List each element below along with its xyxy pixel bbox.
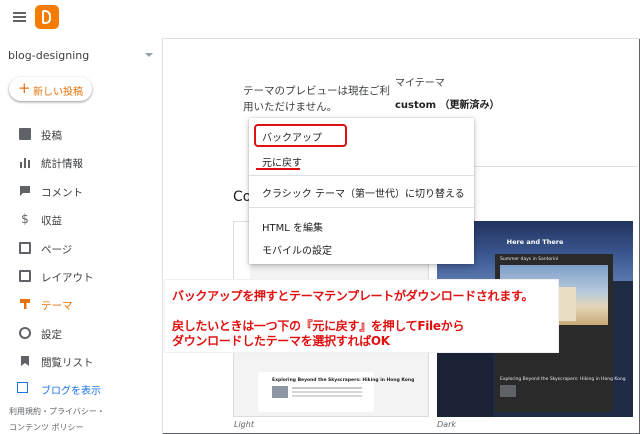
my-theme-label: マイテーマ: [395, 78, 445, 89]
sidebar-item-label: コメント: [41, 186, 83, 199]
layout-icon: [19, 269, 31, 282]
my-theme-name: custom （更新済み）: [395, 100, 500, 111]
chevron-down-icon: [145, 53, 153, 57]
dollar-icon: $: [21, 212, 29, 227]
header-divider: [164, 38, 640, 39]
sidebar-item-label: テーマ: [41, 300, 73, 313]
blog-name: blog-designing: [8, 49, 90, 62]
dark-post2-title: Exploring Beyond the Skyscrapers: Hiking…: [500, 377, 626, 382]
annotation-line-3: ダウンロードしたテーマを選択すればOK: [172, 334, 390, 348]
view-blog-label: ブログを表示: [41, 386, 101, 397]
restore-underline: [256, 168, 300, 170]
sidebar-item-pages[interactable]: ページ: [0, 234, 163, 262]
footer-links[interactable]: 利用規約・プライバシー・: [9, 406, 105, 417]
pages-icon: [19, 241, 31, 254]
menu-item-backup[interactable]: バックアップ: [262, 129, 322, 144]
annotation-callout: バックアップを押すとテーマテンプレートがダウンロードされます。 戻したいときは一…: [164, 279, 559, 353]
top-bar: [0, 0, 640, 38]
new-post-button[interactable]: + 新しい投稿: [9, 77, 92, 101]
sidebar-nav: 投稿 統計情報 コメント $ 収益 ページ レイアウト テーマ 設定 閲覧リスト: [0, 120, 163, 376]
sidebar: blog-designing + 新しい投稿 投稿 統計情報 コメント $ 収益: [0, 38, 163, 434]
sidebar-item-layout[interactable]: レイアウト: [0, 262, 163, 290]
posts-icon: [19, 128, 31, 140]
gear-icon: [19, 326, 31, 339]
sidebar-item-label: ページ: [41, 243, 73, 256]
theme-actions-menu: バックアップ 元に戻す クラシック テーマ（第一世代）に切り替える HTML を…: [249, 118, 474, 264]
menu-item-edit-html[interactable]: HTML を編集: [262, 219, 323, 234]
sidebar-item-label: 収益: [41, 215, 62, 228]
sidebar-item-earnings[interactable]: $ 収益: [0, 205, 163, 233]
menu-item-switch-classic[interactable]: クラシック テーマ（第一世代）に切り替える: [262, 185, 465, 200]
menu-item-restore[interactable]: 元に戻す: [262, 154, 302, 169]
light-post-title: Exploring Beyond the Skyscrapers: Hiking…: [272, 378, 415, 383]
sidebar-item-label: 統計情報: [41, 158, 83, 171]
menu-divider: [249, 207, 474, 208]
section-divider: [474, 166, 638, 167]
comment-icon: [19, 185, 31, 197]
sidebar-item-label: レイアウト: [41, 271, 94, 284]
blog-selector[interactable]: blog-designing: [8, 49, 153, 65]
theme-label-light: Light: [234, 420, 254, 429]
hamburger-menu-icon[interactable]: [13, 12, 26, 22]
sidebar-item-stats[interactable]: 統計情報: [0, 148, 163, 176]
sidebar-item-label: 投稿: [41, 130, 62, 142]
sidebar-item-comments[interactable]: コメント: [0, 177, 163, 205]
blogger-logo-icon[interactable]: [35, 5, 59, 29]
sidebar-item-settings[interactable]: 設定: [0, 319, 163, 347]
light-post-excerpt: [292, 387, 362, 389]
annotation-line-1: バックアップを押すとテーマテンプレートがダウンロードされます。: [172, 289, 534, 303]
theme-icon: [19, 298, 31, 310]
theme-label-dark: Dark: [437, 420, 456, 429]
menu-divider: [249, 175, 474, 176]
sidebar-item-theme[interactable]: テーマ: [0, 290, 163, 318]
sidebar-item-reading-list[interactable]: 閲覧リスト: [0, 347, 163, 375]
external-link-icon: [17, 382, 28, 393]
bookmark-icon: [19, 355, 31, 367]
stats-icon: [19, 156, 31, 169]
sidebar-item-label: 閲覧リスト: [41, 357, 94, 370]
new-post-label: 新しい投稿: [33, 87, 83, 98]
sidebar-item-posts[interactable]: 投稿: [0, 120, 163, 148]
dark-post-thumbnail: [500, 385, 516, 397]
content-policy-link[interactable]: コンテンツ ポリシー: [9, 422, 84, 433]
menu-item-mobile-settings[interactable]: モバイルの設定: [262, 242, 332, 257]
sidebar-item-label: 設定: [41, 328, 62, 341]
plus-icon: +: [18, 79, 31, 97]
dark-post1-title: Summer days in Santorini: [500, 257, 559, 262]
light-post-thumbnail: [272, 386, 288, 398]
preview-unavailable-message: テーマのプレビューは現在ご利用いただけません。: [243, 85, 390, 113]
